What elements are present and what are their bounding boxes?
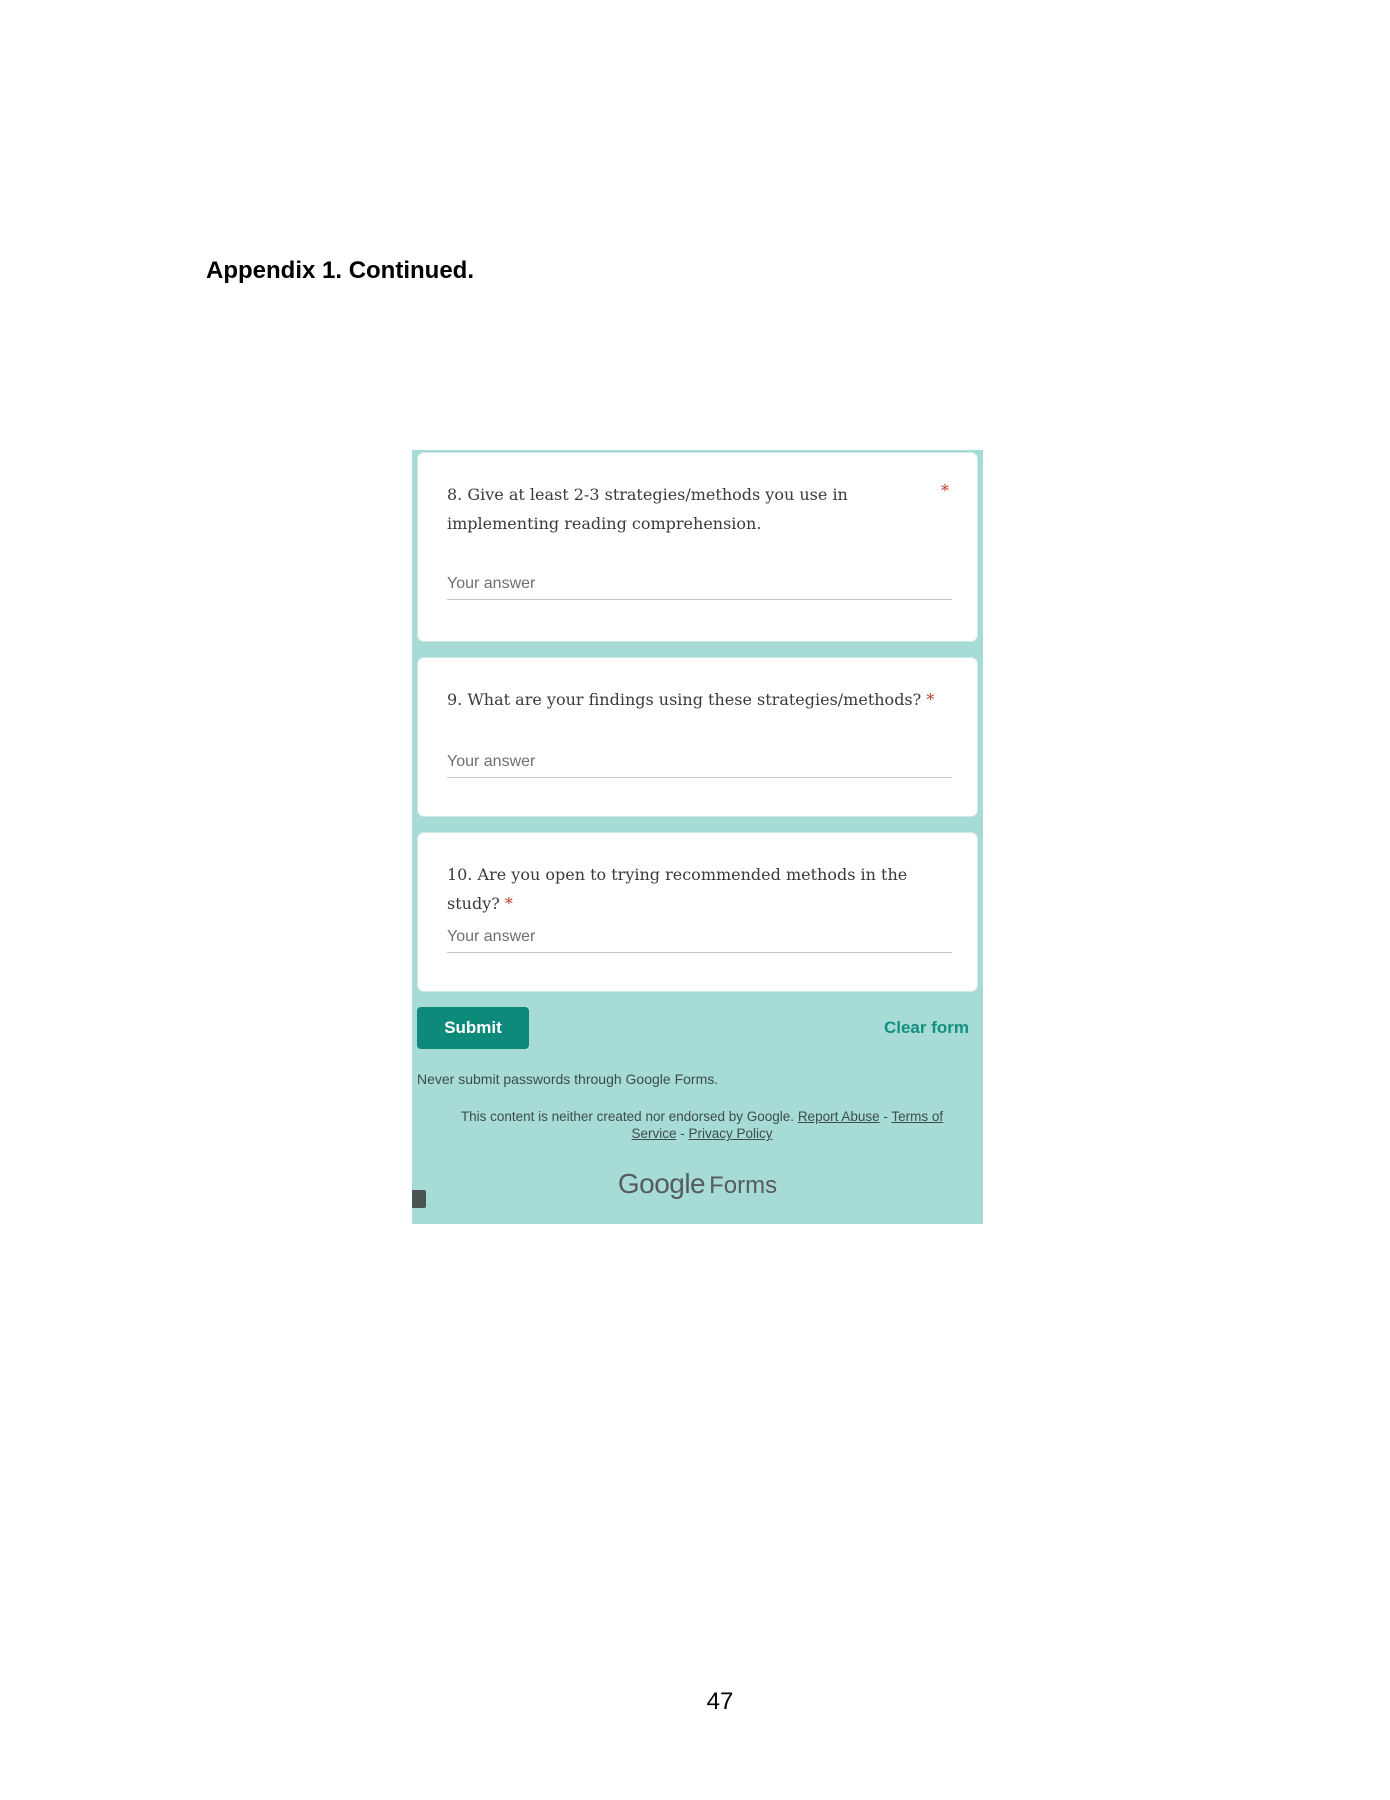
report-abuse-link[interactable]: Report Abuse <box>798 1109 880 1124</box>
question-card-8: 8. Give at least 2-3 strategies/methods … <box>417 452 978 642</box>
page-number: 47 <box>706 1688 734 1715</box>
answer-input-10[interactable] <box>447 928 952 953</box>
separator: - <box>676 1126 689 1141</box>
question-card-10: 10. Are you open to trying recommended m… <box>417 832 978 992</box>
question-label-10: 10. Are you open to trying recommended m… <box>447 865 908 913</box>
disclaimer-text: This content is neither created nor endo… <box>460 1109 795 1124</box>
disclaimer: This content is neither created nor endo… <box>442 1108 962 1142</box>
google-forms-logo: Google Forms <box>412 1168 983 1200</box>
required-asterisk: * <box>926 690 935 709</box>
required-asterisk: * <box>941 481 949 500</box>
appendix-heading: Appendix 1. Continued. <box>206 257 474 284</box>
password-warning: Never submit passwords through Google Fo… <box>417 1071 719 1087</box>
clear-form-link[interactable]: Clear form <box>884 1018 969 1038</box>
question-text-8: 8. Give at least 2-3 strategies/methods … <box>447 485 848 533</box>
separator: - <box>879 1109 892 1124</box>
question-card-9: 9. What are your findings using these st… <box>417 657 978 817</box>
answer-input-8[interactable] <box>447 575 952 600</box>
answer-input-9[interactable] <box>447 753 952 778</box>
privacy-link[interactable]: Privacy Policy <box>688 1126 772 1141</box>
question-text-9: 9. What are your findings using these st… <box>447 685 957 714</box>
report-icon[interactable] <box>412 1190 426 1208</box>
submit-button[interactable]: Submit <box>417 1007 529 1049</box>
required-asterisk: * <box>504 894 513 913</box>
google-wordmark: Google <box>617 1168 706 1199</box>
question-label-9: 9. What are your findings using these st… <box>447 690 922 709</box>
forms-wordmark: Forms <box>709 1172 778 1199</box>
question-text-10: 10. Are you open to trying recommended m… <box>447 860 957 918</box>
google-form-screenshot: 8. Give at least 2-3 strategies/methods … <box>412 450 983 1224</box>
